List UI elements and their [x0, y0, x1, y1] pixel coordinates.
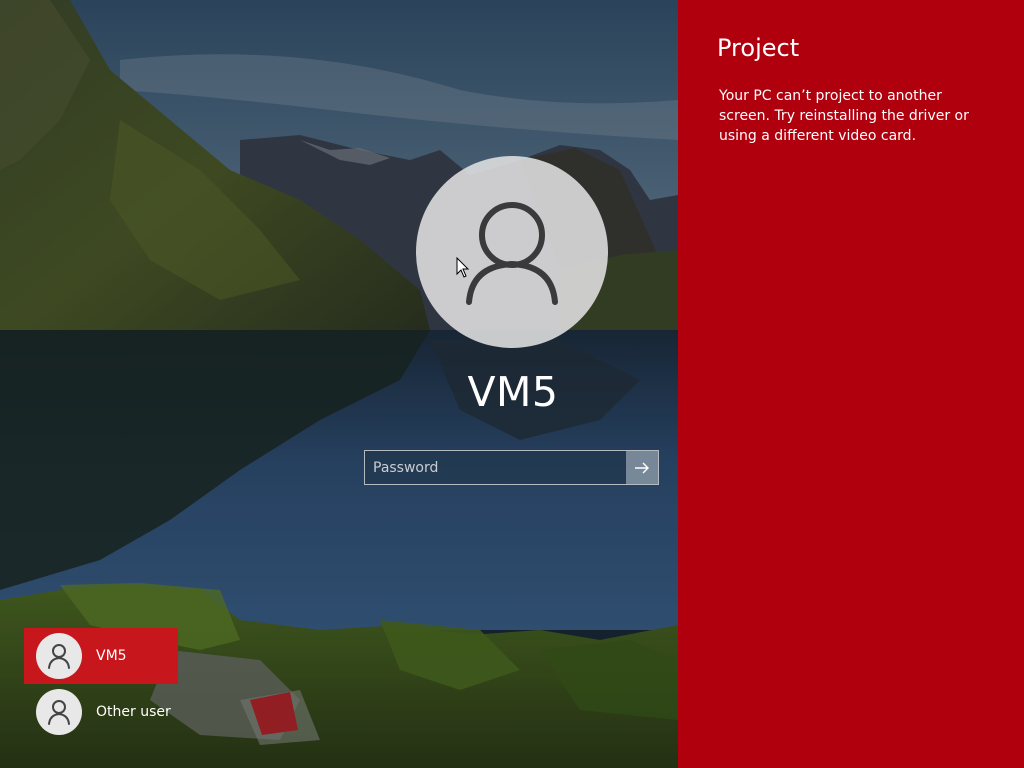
user-item-other-user[interactable]: Other user: [24, 684, 178, 740]
person-icon: [466, 202, 558, 305]
mouse-pointer-icon: [456, 256, 470, 284]
user-switcher-list: VM5 Other user: [24, 628, 178, 740]
password-field-container: [364, 450, 659, 485]
user-item-label: VM5: [96, 648, 127, 664]
user-avatar-small: [36, 689, 82, 735]
project-flyout-panel: Project Your PC can’t project to another…: [678, 0, 1024, 768]
user-avatar-small: [36, 633, 82, 679]
username-label: VM5: [467, 368, 559, 416]
person-icon: [48, 700, 70, 725]
user-item-vm5[interactable]: VM5: [24, 628, 178, 684]
project-error-message: Your PC can’t project to another screen.…: [719, 88, 969, 144]
submit-button[interactable]: [626, 451, 658, 484]
lock-screen: VM5 VM5 Other user Project Your PC can’t…: [0, 0, 1024, 768]
person-icon: [48, 644, 70, 669]
password-input[interactable]: [365, 451, 626, 484]
user-item-label: Other user: [96, 704, 171, 720]
arrow-right-icon: [635, 462, 649, 473]
user-avatar-large: [416, 156, 608, 348]
project-title: Project: [717, 34, 800, 62]
